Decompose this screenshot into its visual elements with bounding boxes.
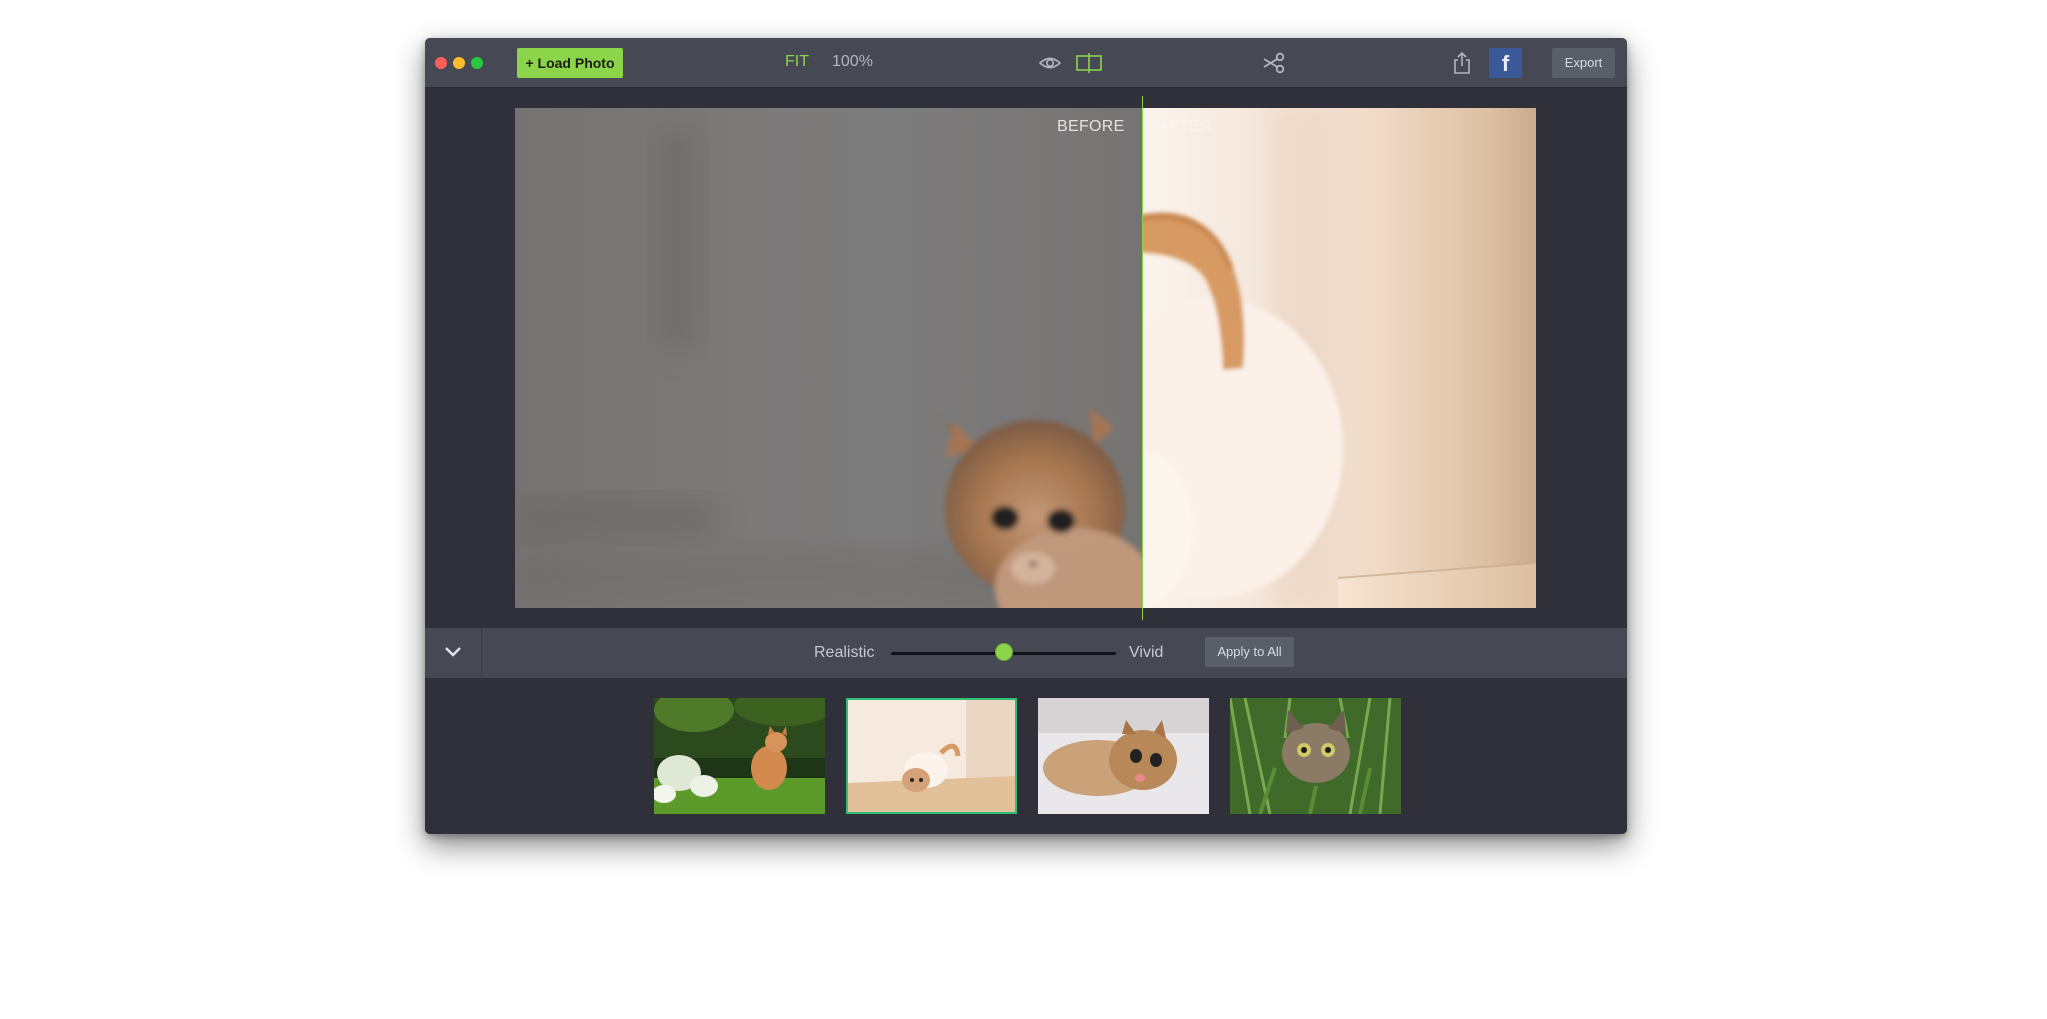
- after-label: AFTER: [1158, 118, 1212, 135]
- facebook-icon[interactable]: f: [1489, 48, 1522, 78]
- compare-icon[interactable]: [1076, 52, 1102, 74]
- zoom-100-button[interactable]: 100%: [832, 53, 873, 71]
- filmstrip: [425, 678, 1627, 834]
- intensity-slider-thumb[interactable]: [994, 643, 1013, 661]
- thumbnail-2[interactable]: [846, 698, 1017, 814]
- realistic-label: Realistic: [814, 644, 875, 661]
- export-button[interactable]: Export: [1552, 48, 1615, 78]
- app-window: + Load Photo FIT 100% f Export BEFORE AF…: [425, 38, 1627, 834]
- share-icon[interactable]: [1452, 51, 1472, 75]
- maximize-window-button[interactable]: [471, 57, 483, 69]
- collapse-panel-button[interactable]: [425, 628, 482, 678]
- thumbnail-3[interactable]: [1038, 698, 1209, 814]
- split-divider[interactable]: [1142, 96, 1143, 620]
- load-photo-button[interactable]: + Load Photo: [517, 48, 623, 78]
- adjustment-bar: Realistic Vivid Apply to All: [425, 628, 1627, 678]
- photo-preview: [515, 108, 1536, 608]
- chevron-down-icon: [445, 647, 461, 657]
- before-image: [515, 108, 1143, 608]
- fit-zoom-button[interactable]: FIT: [785, 53, 809, 71]
- photo-canvas: BEFORE AFTER: [425, 88, 1627, 628]
- apply-to-all-button[interactable]: Apply to All: [1205, 637, 1294, 667]
- vivid-label: Vivid: [1129, 644, 1164, 661]
- close-window-button[interactable]: [435, 57, 447, 69]
- scissors-icon[interactable]: [1262, 51, 1286, 75]
- toolbar: + Load Photo FIT 100% f Export: [425, 38, 1627, 88]
- after-image: [1143, 108, 1536, 608]
- before-label: BEFORE: [1057, 118, 1125, 135]
- thumbnail-4[interactable]: [1230, 698, 1401, 814]
- eye-icon[interactable]: [1039, 53, 1061, 73]
- thumbnail-1[interactable]: [654, 698, 825, 814]
- minimize-window-button[interactable]: [453, 57, 465, 69]
